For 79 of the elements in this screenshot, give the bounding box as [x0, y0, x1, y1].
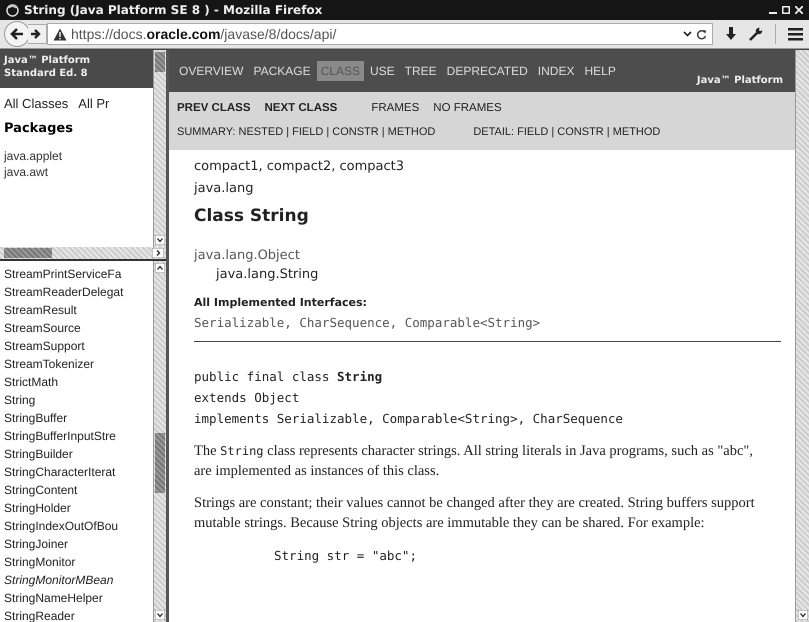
class-link[interactable]: StringContent: [4, 481, 153, 499]
package-link[interactable]: java.applet: [0, 148, 153, 164]
nav-tab[interactable]: USE: [366, 61, 399, 81]
nav-link[interactable]: NEXT CLASS: [264, 102, 338, 114]
address-field[interactable]: https://docs.oracle.com/javase/8/docs/api/: [47, 23, 713, 45]
nav-tab[interactable]: TREE: [400, 61, 441, 81]
nav-tab[interactable]: OVERVIEW: [175, 61, 248, 81]
class-link[interactable]: String: [4, 391, 153, 409]
package-label: java.lang: [194, 180, 254, 198]
scroll-down-icon[interactable]: [155, 235, 165, 245]
class-declaration: implements Serializable, Comparable<String>, CharSequence: [194, 410, 624, 428]
class-link[interactable]: StringCharacterIterat: [4, 463, 153, 481]
inheritance-item: java.lang.String: [214, 266, 320, 284]
close-icon[interactable]: [795, 6, 803, 14]
back-arrow-icon: [10, 27, 24, 41]
scroll-up-icon[interactable]: [155, 263, 165, 273]
scroll-thumb[interactable]: [155, 52, 165, 72]
class-link[interactable]: StreamReaderDelegat: [4, 283, 153, 301]
scroll-thumb[interactable]: [155, 433, 165, 493]
code-example: String str = "abc";: [273, 547, 418, 565]
scroll-right-icon[interactable]: [152, 248, 164, 258]
description-paragraph: The String class represents character strings. All string literals in Java programs, such as "abc", are implemented as instances of this class.: [194, 442, 754, 481]
horizontal-scrollbar[interactable]: [0, 247, 166, 261]
forward-arrow-icon: [31, 28, 42, 40]
back-button[interactable]: [4, 21, 30, 47]
class-link[interactable]: StreamSource: [4, 319, 153, 337]
class-link[interactable]: StringHolder: [4, 499, 153, 517]
frame-link[interactable]: All Classes: [4, 96, 68, 111]
nav-tab[interactable]: PACKAGE: [249, 61, 315, 81]
interfaces-list: Serializable, CharSequence, Comparable<String>: [194, 312, 781, 333]
class-link[interactable]: StrictMath: [4, 373, 153, 391]
summary-links: SUMMARY: NESTED | FIELD | CONSTR | METHOD: [177, 126, 436, 138]
scroll-down-icon[interactable]: [798, 610, 808, 620]
class-link[interactable]: StringJoiner: [4, 535, 153, 553]
wrench-icon[interactable]: [749, 27, 763, 41]
warning-icon: [53, 28, 67, 40]
class-declaration: public final class String: [194, 368, 384, 386]
nav-tab[interactable]: DEPRECATED: [442, 61, 532, 81]
nav-link[interactable]: NO FRAMES: [433, 102, 502, 114]
class-link[interactable]: StreamTokenizer: [4, 355, 153, 373]
description-paragraph: Strings are constant; their values cannot be changed after they are created. String buffers support mutable strings. Because String objects are immutable they can be shared. For example:: [194, 494, 756, 533]
packages-heading: Packages: [3, 120, 74, 138]
class-link[interactable]: StringNameHelper: [4, 589, 153, 607]
scrollbar[interactable]: [153, 50, 166, 247]
browser-icon: [6, 4, 19, 16]
nav-tab[interactable]: HELP: [580, 61, 620, 81]
platform-header: Java™ Platform Standard Ed. 8: [0, 50, 153, 88]
class-title: Class String: [194, 206, 310, 226]
class-link[interactable]: StreamResult: [4, 301, 153, 319]
scrollbar[interactable]: [795, 50, 809, 622]
download-icon[interactable]: [725, 27, 737, 41]
class-link[interactable]: StringIndexOutOfBou: [4, 517, 153, 535]
class-link[interactable]: StreamPrintServiceFa: [4, 265, 153, 283]
class-link[interactable]: StringMonitorMBean: [4, 571, 153, 589]
dropdown-caret-icon[interactable]: [683, 31, 692, 37]
reload-icon[interactable]: [696, 28, 707, 40]
inheritance-item: java.lang.Object: [194, 247, 301, 265]
window-title: String (Java Platform SE 8 ) - Mozilla Firefox: [24, 3, 324, 17]
forward-button[interactable]: [28, 24, 47, 44]
nav-link[interactable]: PREV CLASS: [177, 102, 250, 114]
scrollbar[interactable]: [153, 261, 166, 622]
frame-link[interactable]: All Pr: [78, 96, 110, 111]
class-link[interactable]: StringBuffer: [4, 409, 153, 427]
class-declaration: extends Object: [194, 389, 300, 407]
scroll-thumb[interactable]: [4, 248, 52, 258]
nav-link[interactable]: FRAMES: [371, 102, 420, 114]
class-link[interactable]: StringBufferInputStre: [4, 427, 153, 445]
menu-icon[interactable]: [788, 28, 803, 40]
platform-label: Java™ Platform: [696, 75, 783, 86]
class-link[interactable]: StringBuilder: [4, 445, 153, 463]
maximize-icon[interactable]: [782, 6, 790, 14]
detail-links: DETAIL: FIELD | CONSTR | METHOD: [473, 126, 660, 138]
nav-tab[interactable]: INDEX: [534, 61, 578, 81]
scroll-down-icon[interactable]: [155, 610, 165, 620]
profile-label: compact1, compact2, compact3: [194, 158, 406, 176]
class-link[interactable]: StringMonitor: [4, 553, 153, 571]
interfaces-heading: All Implemented Interfaces:: [194, 295, 368, 311]
class-link[interactable]: StreamSupport: [4, 337, 153, 355]
package-link[interactable]: java.awt: [0, 164, 153, 180]
